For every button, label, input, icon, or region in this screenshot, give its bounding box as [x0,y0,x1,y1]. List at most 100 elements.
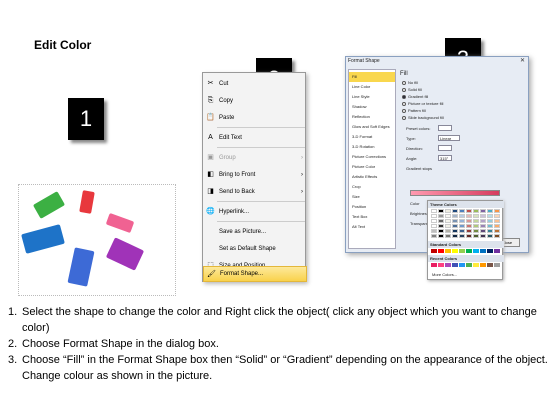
color-swatch[interactable] [452,209,458,213]
category-3d-rotation[interactable]: 3-D Rotation [349,142,395,152]
category-crop[interactable]: Crop [349,182,395,192]
color-swatch[interactable] [459,224,465,228]
color-swatch[interactable] [452,234,458,238]
color-swatch[interactable] [480,224,486,228]
color-swatch[interactable] [459,234,465,238]
color-swatch[interactable] [445,249,451,253]
color-swatch[interactable] [487,209,493,213]
color-swatch[interactable] [438,214,444,218]
close-icon[interactable]: ✕ [520,57,525,64]
color-swatch[interactable] [438,229,444,233]
color-swatch[interactable] [473,219,479,223]
color-swatch[interactable] [431,229,437,233]
pink-brick[interactable] [105,212,135,234]
color-swatch[interactable] [487,219,493,223]
color-swatch[interactable] [466,219,472,223]
color-swatch[interactable] [431,249,437,253]
preset-colors-dropdown[interactable] [438,125,452,131]
color-swatch[interactable] [494,229,500,233]
color-swatch[interactable] [466,209,472,213]
menu-item-format-shape[interactable]: 🖌 Format Shape... [203,266,307,282]
color-swatch[interactable] [452,249,458,253]
color-swatch[interactable] [487,249,493,253]
menu-item-paste[interactable]: 📋 Paste [203,109,307,126]
radio-slide-background-fill[interactable] [402,116,406,120]
color-swatch[interactable] [445,234,451,238]
color-swatch[interactable] [473,249,479,253]
category-line-color[interactable]: Line Color [349,82,395,92]
color-swatch[interactable] [431,209,437,213]
blue-tall-brick[interactable] [67,247,95,287]
direction-dropdown[interactable] [438,145,452,151]
color-swatch[interactable] [480,234,486,238]
gradient-stops-bar[interactable] [410,190,500,196]
angle-input[interactable]: 315° [438,155,452,161]
category-alt-text[interactable]: Alt Text [349,222,395,232]
color-swatch[interactable] [452,229,458,233]
red-brick[interactable] [79,190,95,214]
more-colors-link[interactable]: More Colors... [432,272,457,277]
color-swatch[interactable] [473,263,479,267]
color-swatch[interactable] [473,224,479,228]
category-picture-color[interactable]: Picture Color [349,162,395,172]
color-swatch[interactable] [466,249,472,253]
color-swatch[interactable] [438,209,444,213]
color-swatch[interactable] [438,249,444,253]
category-reflection[interactable]: Reflection [349,112,395,122]
radio-pattern-fill[interactable] [402,109,406,113]
purple-brick[interactable] [105,237,145,271]
color-swatch[interactable] [459,263,465,267]
color-swatch[interactable] [494,214,500,218]
color-swatch[interactable] [445,229,451,233]
menu-item-cut[interactable]: ✂ Cut [203,75,307,92]
color-swatch[interactable] [480,263,486,267]
color-swatch[interactable] [473,214,479,218]
color-swatch[interactable] [466,229,472,233]
color-swatch[interactable] [445,263,451,267]
color-swatch[interactable] [480,214,486,218]
radio-no-fill[interactable] [402,81,406,85]
blue-brick[interactable] [21,224,65,254]
color-swatch[interactable] [445,224,451,228]
menu-item-copy[interactable]: ⎘ Copy [203,92,307,109]
color-swatch[interactable] [452,214,458,218]
color-swatch[interactable] [494,219,500,223]
category-position[interactable]: Position [349,202,395,212]
menu-item-edit-text[interactable]: A Edit Text [203,129,307,146]
color-swatch[interactable] [438,263,444,267]
lego-bricks-image[interactable] [18,184,176,296]
category-glow[interactable]: Glow and Soft Edges [349,122,395,132]
category-shadow[interactable]: Shadow [349,102,395,112]
color-swatch[interactable] [431,214,437,218]
color-swatch[interactable] [431,234,437,238]
color-swatch[interactable] [473,209,479,213]
color-swatch[interactable] [466,214,472,218]
color-swatch[interactable] [494,263,500,267]
color-swatch[interactable] [473,234,479,238]
color-swatch[interactable] [445,214,451,218]
color-swatch[interactable] [480,249,486,253]
category-fill[interactable]: Fill [349,72,395,82]
color-swatch[interactable] [494,224,500,228]
color-swatch[interactable] [452,219,458,223]
color-swatch[interactable] [459,229,465,233]
color-swatch[interactable] [473,229,479,233]
category-artistic-effects[interactable]: Artistic Effects [349,172,395,182]
color-swatch[interactable] [487,224,493,228]
color-swatch[interactable] [466,234,472,238]
color-swatch[interactable] [466,263,472,267]
color-swatch[interactable] [445,209,451,213]
color-swatch[interactable] [438,219,444,223]
color-swatch[interactable] [480,219,486,223]
color-swatch[interactable] [459,219,465,223]
category-picture-corrections[interactable]: Picture Corrections [349,152,395,162]
color-swatch[interactable] [431,224,437,228]
radio-solid-fill[interactable] [402,88,406,92]
color-swatch[interactable] [494,249,500,253]
category-size[interactable]: Size [349,192,395,202]
color-swatch[interactable] [494,234,500,238]
color-swatch[interactable] [480,229,486,233]
color-swatch[interactable] [487,234,493,238]
category-text-box[interactable]: Text Box [349,212,395,222]
color-swatch[interactable] [431,219,437,223]
